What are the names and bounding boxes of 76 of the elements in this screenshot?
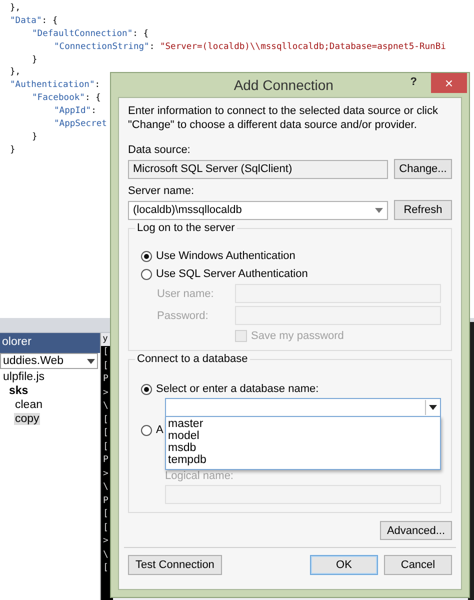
server-name-combo[interactable]: (localdb)\mssqllocaldb [128, 200, 388, 220]
code-token: : [91, 106, 96, 116]
dropdown-item[interactable]: master [166, 418, 440, 430]
code-token: }, [10, 67, 21, 78]
code-token: "Facebook" [32, 93, 85, 104]
radio-option[interactable]: Use Windows Authentication [141, 250, 441, 262]
tree-item[interactable]: clean [14, 399, 44, 411]
code-token: } [32, 132, 38, 142]
radio-option[interactable]: A [141, 424, 164, 436]
caret-icon [87, 358, 95, 364]
output-line: \ [102, 400, 110, 413]
code-token: }, [10, 3, 21, 13]
radio-option[interactable]: Select or enter a database name: [141, 383, 441, 395]
field-label: Data source: [128, 144, 192, 156]
dropdown-item[interactable]: tempdb [166, 454, 440, 466]
database-combo[interactable] [165, 398, 441, 417]
output-line: [ [102, 360, 110, 372]
radio-option[interactable]: Use SQL Server Authentication [141, 268, 441, 280]
output-line: [ [102, 414, 110, 426]
caret-icon [375, 208, 383, 212]
code-token: "Data" [10, 16, 42, 26]
input-field[interactable] [235, 284, 441, 303]
output-line: P [102, 373, 110, 386]
tree-item[interactable]: copy [14, 413, 40, 425]
code-token: "ConnectionString" [54, 42, 150, 52]
field-label: Logical name: [165, 470, 234, 482]
output-line: [ [102, 562, 110, 575]
close-button[interactable]: × [431, 73, 467, 93]
output-line: P [102, 454, 110, 467]
change-button[interactable]: Change... [394, 159, 452, 179]
tree-item[interactable]: ulpfile.js [2, 371, 46, 383]
field-label: Server name: [128, 185, 194, 197]
description: Enter information to connect to the selected data source or click "Change" to choose a different data source and/or provider. [128, 104, 439, 132]
refresh-button[interactable]: Refresh [394, 200, 452, 220]
dialog-button[interactable]: Test Connection [128, 555, 222, 575]
code-token: } [32, 54, 38, 65]
output-line: [ [102, 508, 110, 521]
output-line: [ [102, 440, 110, 454]
dropdown-item[interactable]: model [166, 430, 440, 442]
code-token: } [10, 144, 16, 155]
output-line: [ [102, 522, 110, 534]
dialog-button[interactable]: OK [310, 555, 378, 575]
caret-icon [429, 405, 437, 410]
data-source-field[interactable]: Microsoft SQL Server (SqlClient) [128, 160, 388, 178]
code-token: "Server=(localdb)\\mssqllocaldb;Database=aspnet5-RunBi [160, 42, 446, 52]
code-token: : { [132, 28, 149, 39]
code-token: "AppSecret [54, 119, 107, 130]
output-line: \ [102, 548, 110, 562]
output-line: \ [102, 481, 110, 494]
output-line: > [102, 535, 110, 548]
dropdown-item[interactable]: msdb [166, 442, 440, 454]
tree-item[interactable]: sks [8, 385, 30, 397]
field-label: User name: [157, 288, 215, 300]
help-button[interactable]: ? [410, 76, 417, 88]
code-token: "DefaultConnection" [32, 28, 133, 39]
output-line: [ [102, 427, 110, 440]
output-line: [ [102, 346, 110, 359]
code-token: : [94, 80, 100, 90]
project-dropdown[interactable]: uddies.Web [0, 353, 98, 369]
output-line: > [102, 468, 110, 480]
field-label: Password: [157, 310, 210, 322]
dialog-title: Add Connection [232, 77, 334, 93]
panel-title: olorer [0, 333, 100, 353]
dialog-button[interactable]: Cancel [384, 555, 452, 575]
code-token: "AppId" [54, 106, 92, 116]
code-token: : { [84, 93, 101, 104]
code-token: : { [42, 16, 58, 26]
code-token: : [149, 42, 156, 52]
output-line: > [102, 386, 110, 400]
input-field[interactable] [235, 306, 441, 325]
advanced-button[interactable]: Advanced... [380, 521, 452, 540]
output-line: P [102, 494, 110, 508]
group-title: Connect to a database [136, 353, 249, 365]
input-field[interactable] [165, 485, 441, 504]
group-title: Log on to the server [136, 222, 236, 234]
code-token: "Authentication" [10, 80, 95, 90]
